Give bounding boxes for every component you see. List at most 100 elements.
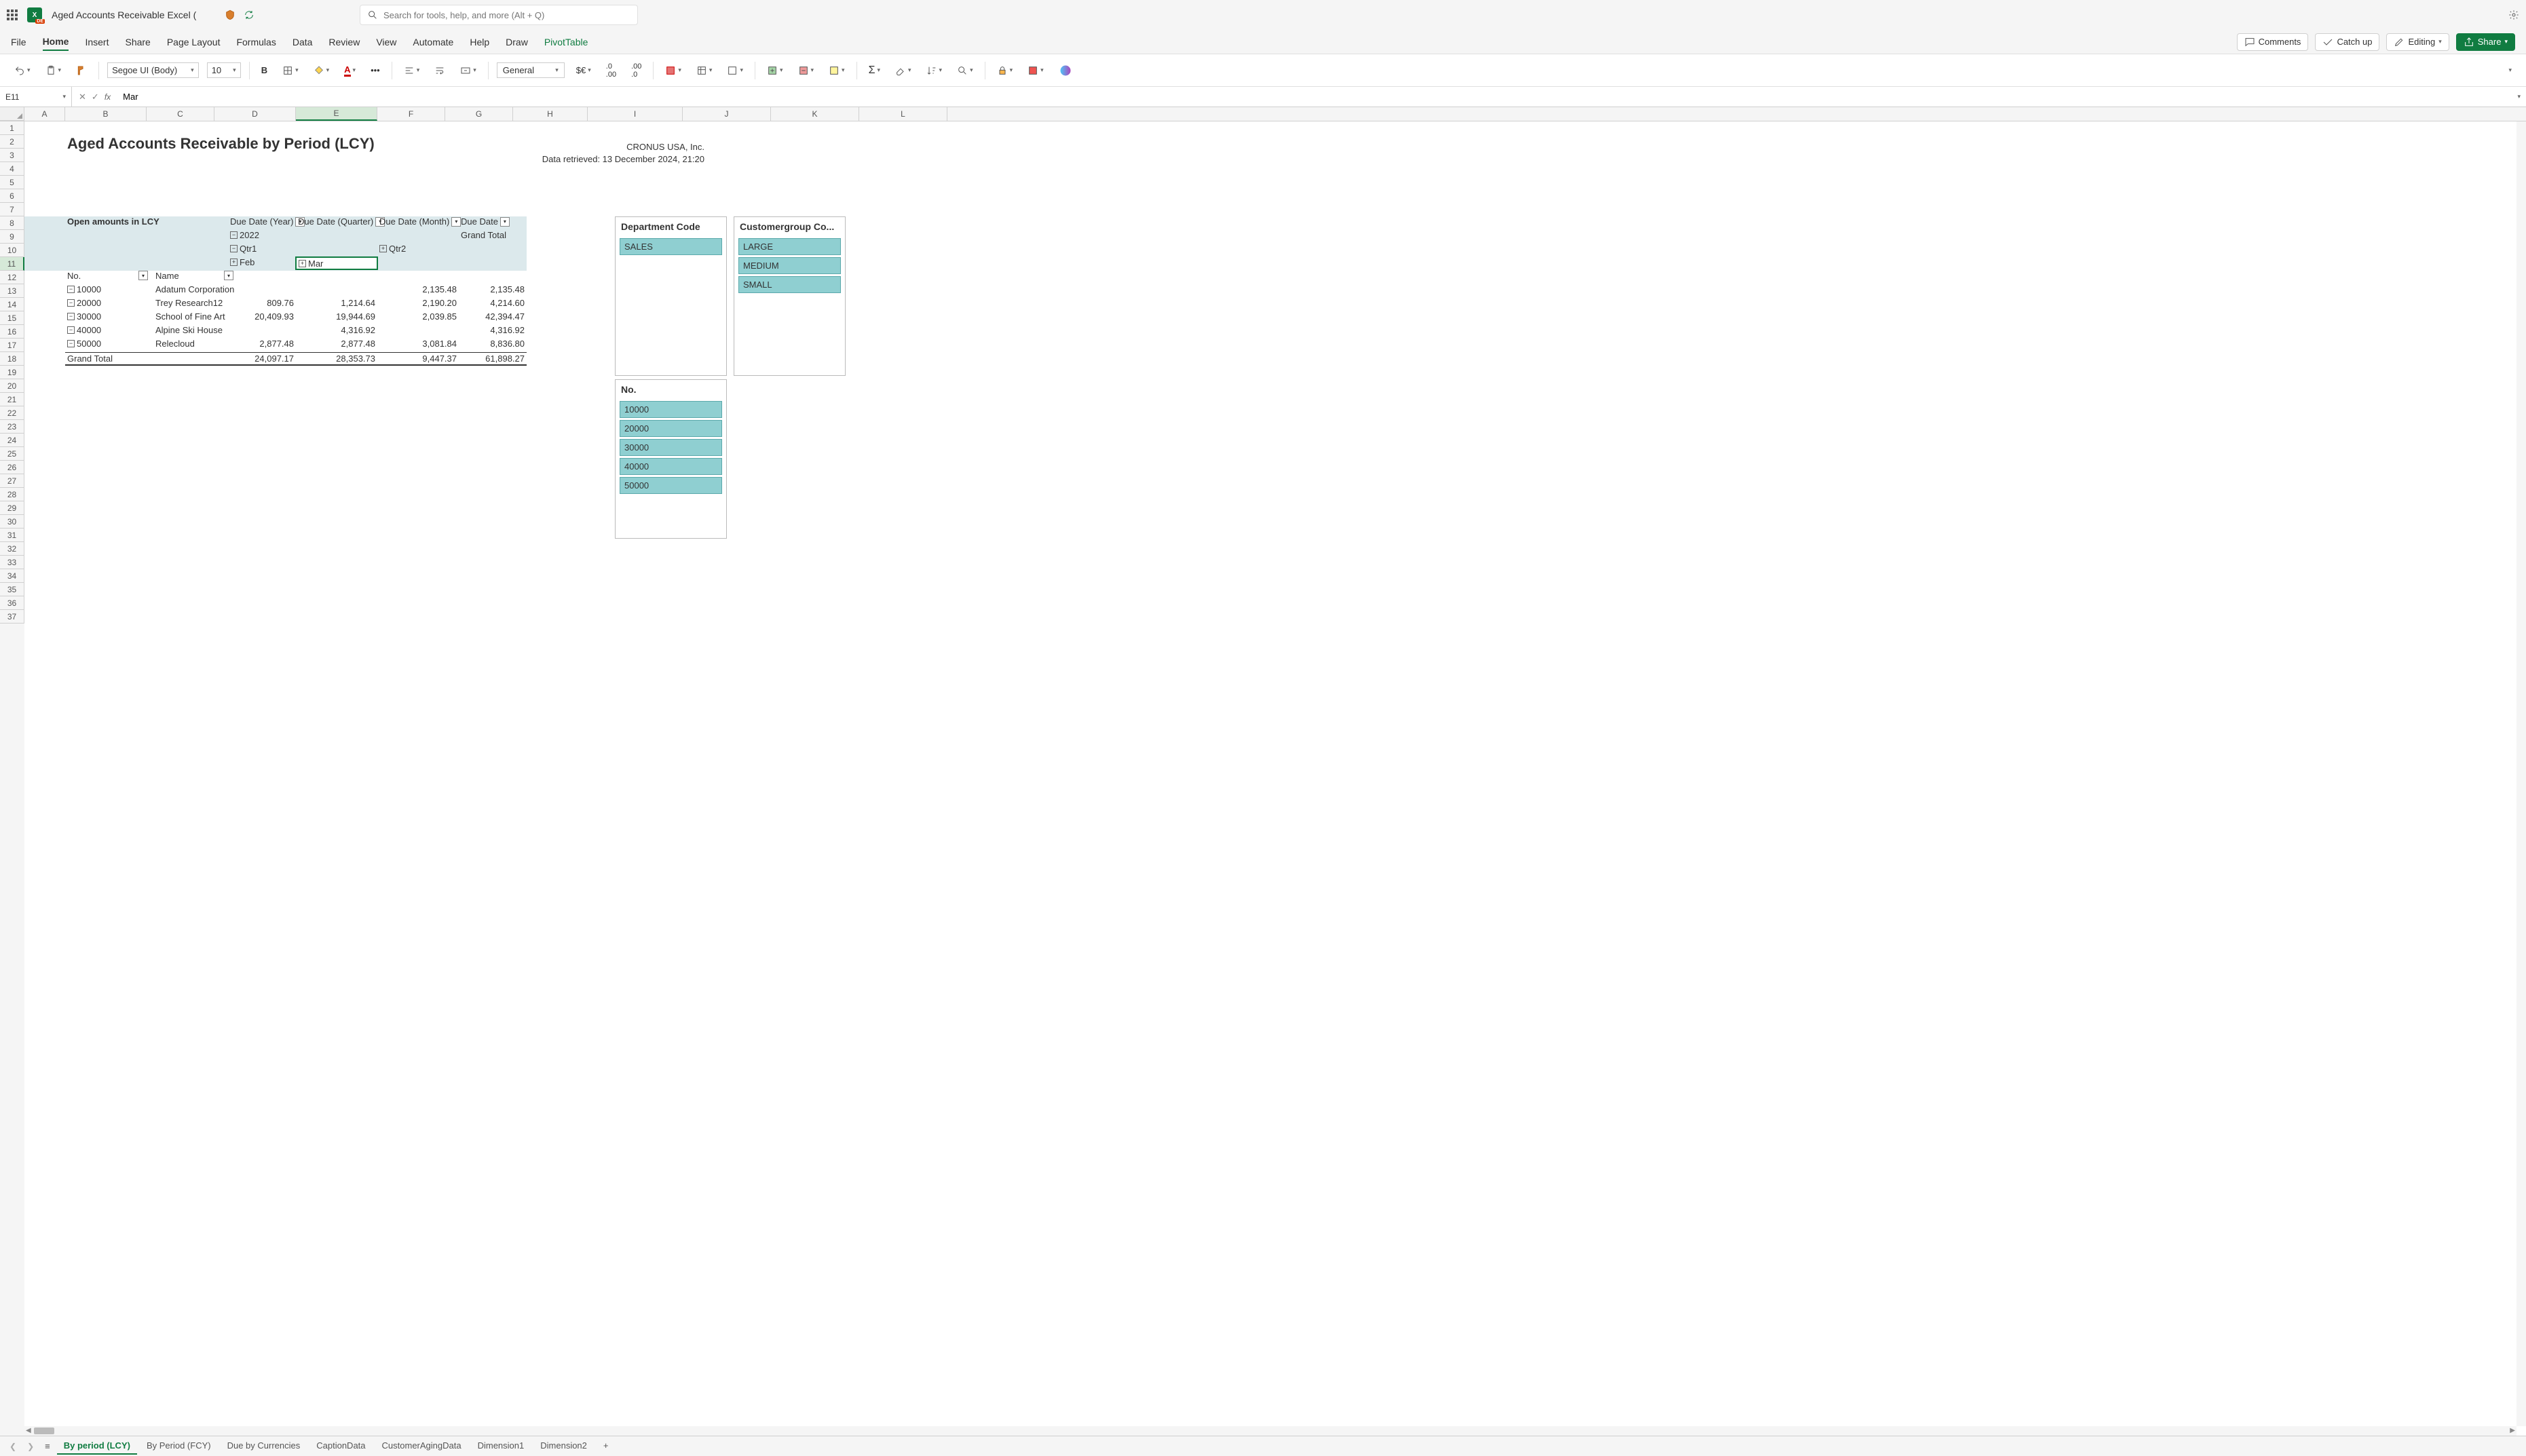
scroll-right-icon[interactable]: ▶ (2510, 1427, 2515, 1434)
no-col-header[interactable]: No. (65, 271, 133, 281)
row-header-20[interactable]: 20 (0, 379, 24, 393)
settings-icon[interactable] (2508, 9, 2519, 20)
sheet-nav-prev[interactable]: ❮ (5, 1440, 20, 1453)
row-header-16[interactable]: 16 (0, 325, 24, 339)
tab-view[interactable]: View (376, 34, 396, 50)
increase-decimal-button[interactable]: .00.0 (628, 60, 645, 81)
sheet-tab-by-period-fcy[interactable]: By Period (FCY) (140, 1438, 218, 1455)
slicer-item-large[interactable]: LARGE (738, 238, 841, 255)
qtr1-value[interactable]: −Qtr1 (228, 244, 296, 254)
row-header-37[interactable]: 37 (0, 610, 24, 624)
col-header-K[interactable]: K (771, 107, 859, 121)
row-header-34[interactable]: 34 (0, 569, 24, 583)
number-format-select[interactable]: General▾ (497, 62, 565, 78)
row-header-13[interactable]: 13 (0, 284, 24, 298)
row-header-22[interactable]: 22 (0, 406, 24, 420)
search-input[interactable] (383, 10, 630, 20)
expand-icon[interactable]: + (299, 260, 306, 267)
tab-review[interactable]: Review (328, 34, 360, 50)
year-value[interactable]: −2022 (228, 230, 296, 240)
select-all-corner[interactable] (0, 107, 24, 121)
row-header-1[interactable]: 1 (0, 121, 24, 135)
row-header-14[interactable]: 14 (0, 298, 24, 311)
row-header-31[interactable]: 31 (0, 529, 24, 542)
row-header-6[interactable]: 6 (0, 189, 24, 203)
scroll-left-icon[interactable]: ◀ (26, 1427, 31, 1434)
format-cells-button[interactable]: ▾ (825, 63, 848, 78)
sheet-tab-by-period-lcy[interactable]: By period (LCY) (57, 1438, 137, 1455)
name-box[interactable]: E11▾ (0, 87, 72, 107)
accept-formula-icon[interactable]: ✓ (92, 92, 99, 102)
slicer-item-50000[interactable]: 50000 (620, 477, 722, 494)
vertical-scrollbar[interactable] (2516, 121, 2526, 1426)
month-header[interactable]: Due Date (Month)▾ (377, 216, 472, 227)
feb-value[interactable]: +Feb (228, 257, 296, 267)
more-font-button[interactable]: ••• (367, 63, 383, 77)
row-header-11[interactable]: 11 (0, 257, 24, 271)
row-header-21[interactable]: 21 (0, 393, 24, 406)
row-header-4[interactable]: 4 (0, 162, 24, 176)
row-header-25[interactable]: 25 (0, 447, 24, 461)
slicer-item-30000[interactable]: 30000 (620, 439, 722, 456)
col-header-A[interactable]: A (24, 107, 65, 121)
row-header-15[interactable]: 15 (0, 311, 24, 325)
row-header-30[interactable]: 30 (0, 515, 24, 529)
col-header-L[interactable]: L (859, 107, 947, 121)
col-header-F[interactable]: F (377, 107, 445, 121)
font-family-select[interactable]: Segoe UI (Body)▾ (107, 62, 199, 78)
row-header-9[interactable]: 9 (0, 230, 24, 244)
cell-styles-button[interactable]: ▾ (723, 63, 747, 78)
sensitivity-button[interactable]: ▾ (994, 63, 1017, 78)
tab-help[interactable]: Help (470, 34, 489, 50)
catchup-button[interactable]: Catch up (2315, 33, 2379, 51)
slicer-item-small[interactable]: SMALL (738, 276, 841, 293)
row-header-23[interactable]: 23 (0, 420, 24, 434)
cancel-formula-icon[interactable]: ✕ (79, 92, 86, 102)
row-header-19[interactable]: 19 (0, 366, 24, 379)
collapse-icon[interactable]: − (67, 313, 75, 320)
qtr2-value[interactable]: +Qtr2 (377, 244, 445, 254)
slicer-item-40000[interactable]: 40000 (620, 458, 722, 475)
slicer-item-20000[interactable]: 20000 (620, 420, 722, 437)
expand-icon[interactable]: + (379, 245, 387, 252)
slicer-item-medium[interactable]: MEDIUM (738, 257, 841, 274)
collapse-icon[interactable]: − (67, 326, 75, 334)
merge-button[interactable]: ▾ (457, 63, 480, 78)
format-table-button[interactable]: ▾ (693, 63, 716, 78)
name-filter[interactable]: ▾ (220, 271, 235, 280)
col-header-E[interactable]: E (296, 107, 377, 121)
sensitivity-icon[interactable] (224, 9, 236, 21)
currency-button[interactable]: $€▾ (573, 63, 595, 77)
no-filter[interactable]: ▾ (134, 271, 150, 280)
row-header-35[interactable]: 35 (0, 583, 24, 596)
row-header-8[interactable]: 8 (0, 216, 24, 230)
clipboard-button[interactable]: ▾ (42, 63, 65, 78)
filter-icon[interactable]: ▾ (138, 271, 148, 280)
autosum-button[interactable]: Σ▾ (865, 62, 884, 79)
find-button[interactable]: ▾ (954, 63, 977, 78)
add-sheet-button[interactable]: + (597, 1438, 616, 1455)
apps-launcher-icon[interactable] (7, 9, 18, 20)
slicer-department[interactable]: Department Code SALES (615, 216, 727, 376)
row-header-18[interactable]: 18 (0, 352, 24, 366)
sheet-tab-customeragingdata[interactable]: CustomerAgingData (375, 1438, 468, 1455)
slicer-no[interactable]: No. 10000 20000 30000 40000 50000 (615, 379, 727, 539)
tab-file[interactable]: File (11, 34, 26, 50)
row-header-32[interactable]: 32 (0, 542, 24, 556)
row-header-29[interactable]: 29 (0, 501, 24, 515)
tab-formulas[interactable]: Formulas (236, 34, 276, 50)
row-header-36[interactable]: 36 (0, 596, 24, 610)
align-button[interactable]: ▾ (400, 63, 423, 78)
row-header-3[interactable]: 3 (0, 149, 24, 162)
font-color-button[interactable]: A▾ (341, 62, 359, 79)
row-header-2[interactable]: 2 (0, 135, 24, 149)
col-header-B[interactable]: B (65, 107, 147, 121)
row-no[interactable]: −30000 (65, 311, 147, 322)
font-size-select[interactable]: 10▾ (207, 62, 241, 78)
tab-page-layout[interactable]: Page Layout (167, 34, 221, 50)
clear-button[interactable]: ▾ (892, 63, 915, 78)
format-painter-button[interactable] (73, 63, 90, 78)
row-header-26[interactable]: 26 (0, 461, 24, 474)
sort-filter-button[interactable]: ▾ (923, 63, 946, 78)
sheet-tab-dimension2[interactable]: Dimension2 (533, 1438, 594, 1455)
